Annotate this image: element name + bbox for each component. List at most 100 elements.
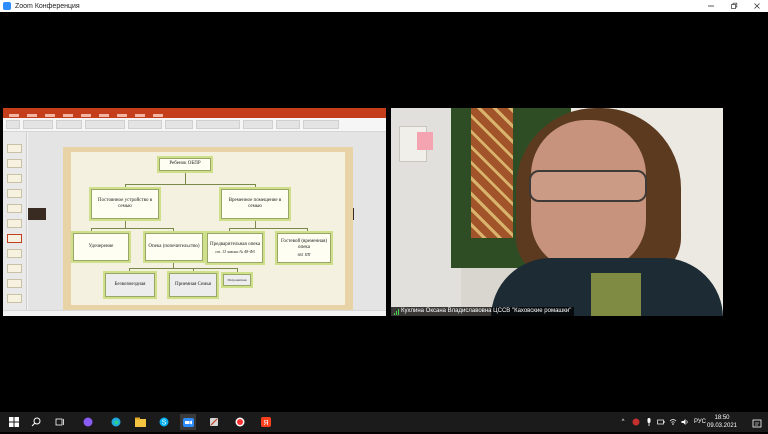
connector-line (125, 184, 126, 188)
person-glasses (529, 170, 647, 202)
diagram-temporary-text: Временное помещение в семью (228, 197, 282, 210)
clock-time: 18:50 (714, 415, 730, 421)
pen-app-icon (210, 418, 218, 426)
diagram-guardianship-text: Опека (попечительство) (148, 243, 200, 249)
taskbar-skype[interactable]: S (156, 414, 172, 430)
slide-thumbnail[interactable] (7, 219, 22, 228)
ribbon-group[interactable] (303, 120, 339, 129)
task-view-button[interactable] (52, 414, 68, 430)
diagram-free-text: Безвозмездная (114, 281, 146, 287)
ribbon-tab[interactable] (99, 114, 109, 117)
connector-line (307, 228, 308, 232)
connector-line (173, 228, 174, 232)
svg-text:S: S (162, 420, 167, 427)
ribbon-group[interactable] (276, 120, 300, 129)
tray-zoom[interactable] (630, 412, 642, 432)
slide-thumbnail[interactable] (7, 204, 22, 213)
zoom-app-icon (3, 2, 11, 10)
folder-icon (134, 417, 146, 427)
slide-thumbnail[interactable] (7, 144, 22, 153)
microphone-icon (647, 418, 651, 426)
diagram-temporary-box: Временное помещение в семью (221, 189, 289, 219)
maximize-button[interactable] (722, 0, 745, 12)
current-slide[interactable]: Ребенок ОБПР Постоянное устройство в сем… (63, 147, 353, 310)
ribbon-group[interactable] (23, 120, 53, 129)
ribbon-group[interactable] (56, 120, 82, 129)
ribbon-tab[interactable] (45, 114, 55, 117)
taskbar-alice[interactable] (80, 414, 96, 430)
notification-button[interactable] (752, 416, 764, 428)
diagram-free-box: Безвозмездная (105, 273, 155, 297)
slide-thumbnail[interactable] (7, 264, 22, 273)
diagram-adoption-box: Удочерение (73, 233, 129, 261)
connector-line (129, 268, 130, 272)
participant-video[interactable]: Кухлина Оксана Владиславовна ЦССВ "Кахов… (391, 108, 723, 316)
connector-line (129, 268, 237, 269)
chevron-up-icon: ^ (621, 419, 625, 425)
tray-network[interactable] (668, 412, 678, 432)
slide-thumbnail[interactable] (7, 189, 22, 198)
start-button[interactable] (6, 414, 22, 430)
slide-thumbnail[interactable] (7, 174, 22, 183)
diagram-prelim-box: Предварительная опека ст. 13 закона № 48-… (207, 233, 263, 263)
diagram-guest-wrap: Гостевой (временная) опека 661 ПП (279, 239, 329, 257)
taskbar: S Я ^ РУС 18:50 09.03.2021 (0, 412, 768, 432)
alice-icon (83, 417, 93, 427)
person-shirt (591, 273, 641, 316)
notification-icon (752, 419, 762, 428)
tray-battery[interactable] (656, 412, 666, 432)
tray-volume[interactable] (680, 412, 690, 432)
minimize-button[interactable] (699, 0, 722, 12)
ppt-statusbar (3, 310, 386, 316)
diagram-guest-text: Гостевой (временная) опека (280, 238, 328, 251)
taskbar-app[interactable] (206, 414, 222, 430)
ribbon-button[interactable] (6, 120, 20, 129)
connector-line (193, 268, 194, 272)
slide-thumbnail[interactable] (7, 294, 22, 303)
tray-clock[interactable]: 18:50 09.03.2021 (702, 414, 742, 430)
close-button[interactable] (745, 0, 768, 12)
tray-show-hidden[interactable]: ^ (618, 412, 628, 432)
ribbon-tab[interactable] (135, 114, 145, 117)
ribbon-tab[interactable] (81, 114, 91, 117)
ribbon-group[interactable] (165, 120, 193, 129)
search-icon (31, 417, 41, 427)
slide-thumbnail[interactable] (7, 159, 22, 168)
shared-screen[interactable]: Ребенок ОБПР Постоянное устройство в сем… (3, 108, 386, 316)
slide-thumbnail-active[interactable] (7, 234, 22, 243)
wifi-icon (669, 419, 677, 425)
search-button[interactable] (28, 414, 44, 430)
taskbar-edge[interactable] (108, 414, 124, 430)
taskbar-yandex[interactable]: Я (258, 414, 274, 430)
ribbon-tab[interactable] (117, 114, 127, 117)
slide-thumbnail[interactable] (7, 249, 22, 258)
ribbon-group[interactable] (85, 120, 125, 129)
task-view-icon (55, 418, 64, 426)
battery-icon (657, 419, 665, 425)
background-giraffe (471, 108, 513, 238)
participant-name-tag: Кухлина Оксана Владиславовна ЦССВ "Кахов… (391, 307, 575, 316)
ribbon-tab[interactable] (27, 114, 37, 117)
diagram-foster-text: Приемная Семья (175, 281, 211, 287)
ribbon-group[interactable] (128, 120, 162, 129)
minimize-icon (707, 5, 714, 7)
taskbar-yandex-browser[interactable] (232, 414, 248, 430)
slide-side-bar (28, 208, 46, 220)
zoom-tray-icon (632, 418, 640, 426)
window-title: Zoom Конференция (15, 2, 80, 10)
taskbar-zoom[interactable] (180, 414, 196, 430)
ribbon-group[interactable] (243, 120, 273, 129)
diagram-root-box: Ребенок ОБПР (159, 158, 211, 171)
diagram-permanent-text: Постоянное устройство в семью (97, 197, 153, 210)
slide-thumbnail[interactable] (7, 279, 22, 288)
ribbon-tab[interactable] (153, 114, 163, 117)
ribbon-tab[interactable] (9, 114, 19, 117)
zoom-titlebar: Zoom Конференция (0, 0, 768, 12)
connector-line (91, 228, 173, 229)
ribbon-group[interactable] (196, 120, 240, 129)
tray-microphone[interactable] (644, 412, 654, 432)
ribbon-tab[interactable] (63, 114, 73, 117)
taskbar-file-explorer[interactable] (132, 414, 148, 430)
clock-date: 09.03.2021 (706, 423, 738, 429)
skype-icon: S (159, 417, 169, 427)
